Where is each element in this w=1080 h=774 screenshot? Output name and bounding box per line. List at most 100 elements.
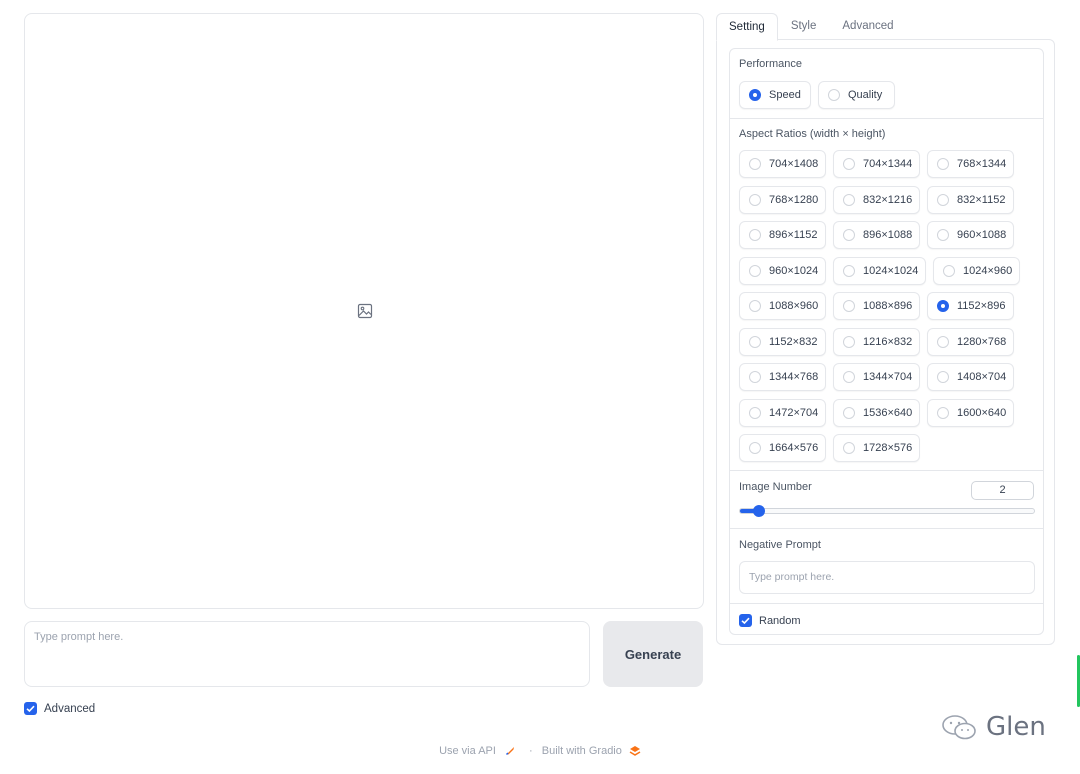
performance-option-quality[interactable]: Quality bbox=[818, 81, 895, 109]
aspect-option[interactable]: 1600×640 bbox=[927, 398, 1014, 427]
aspect-option-label: 960×1088 bbox=[957, 229, 1007, 241]
aspect-option[interactable]: 896×1152 bbox=[739, 221, 826, 249]
radio-empty-icon bbox=[937, 406, 949, 419]
settings-tabs: Setting Style Advanced Performance Speed… bbox=[716, 13, 1055, 645]
tab-style[interactable]: Style bbox=[778, 13, 830, 39]
aspect-option-label: 1216×832 bbox=[863, 335, 913, 348]
radio-empty-icon bbox=[843, 335, 855, 348]
radio-selected-icon bbox=[749, 89, 761, 101]
use-via-api-link[interactable]: Use via API bbox=[439, 745, 496, 757]
radio-empty-icon bbox=[749, 300, 761, 312]
radio-empty-icon bbox=[937, 158, 949, 170]
image-number-section: Image Number 2 bbox=[730, 470, 1043, 529]
aspect-option[interactable]: 704×1408 bbox=[739, 150, 826, 178]
radio-empty-icon bbox=[843, 371, 855, 383]
tab-panel-setting: Performance Speed Quality Aspect Ratios … bbox=[716, 39, 1055, 645]
advanced-checkbox[interactable]: Advanced bbox=[24, 702, 95, 715]
performance-option-speed[interactable]: Speed bbox=[739, 81, 811, 109]
rocket-icon bbox=[505, 747, 514, 756]
advanced-label: Advanced bbox=[44, 702, 96, 715]
aspect-option-label: 1664×576 bbox=[769, 442, 819, 454]
gradio-logo-icon bbox=[629, 746, 641, 756]
generate-button[interactable]: Generate bbox=[603, 621, 703, 687]
image-number-input[interactable]: 2 bbox=[971, 481, 1034, 500]
built-with-gradio-link[interactable]: Built with Gradio bbox=[542, 745, 622, 757]
negative-prompt-section: Negative Prompt Type prompt here. bbox=[730, 528, 1043, 604]
aspect-option-label: 1344×768 bbox=[769, 371, 819, 383]
aspect-option-label: 1088×960 bbox=[769, 300, 819, 312]
aspect-option[interactable]: 832×1152 bbox=[927, 185, 1014, 214]
radio-empty-icon bbox=[749, 158, 761, 170]
aspect-ratio-label: Aspect Ratios (width × height) bbox=[739, 128, 886, 140]
aspect-option[interactable]: 768×1344 bbox=[927, 150, 1014, 178]
aspect-option-label: 832×1152 bbox=[957, 193, 1006, 206]
radio-empty-icon bbox=[843, 229, 855, 241]
aspect-option-label: 1280×768 bbox=[957, 335, 1007, 348]
negative-prompt-placeholder: Type prompt here. bbox=[749, 571, 835, 583]
performance-section: Performance Speed Quality bbox=[730, 49, 1043, 118]
aspect-option[interactable]: 1344×704 bbox=[833, 363, 920, 391]
watermark: Glen bbox=[940, 712, 1046, 742]
aspect-option-label: 960×1024 bbox=[769, 264, 819, 277]
radio-empty-icon bbox=[937, 193, 949, 206]
aspect-option-label: 704×1408 bbox=[769, 158, 819, 170]
aspect-option[interactable]: 832×1216 bbox=[833, 185, 920, 214]
aspect-option-label: 1024×960 bbox=[963, 264, 1013, 277]
slider-thumb[interactable] bbox=[753, 505, 766, 517]
watermark-text: Glen bbox=[986, 712, 1046, 742]
checkbox-checked-icon[interactable] bbox=[739, 614, 752, 627]
prompt-input[interactable]: Type prompt here. bbox=[24, 621, 590, 687]
checkbox-checked-icon[interactable] bbox=[24, 702, 37, 715]
aspect-option[interactable]: 896×1088 bbox=[833, 221, 920, 249]
aspect-option-label: 1408×704 bbox=[957, 371, 1007, 383]
radio-empty-icon bbox=[749, 442, 761, 454]
aspect-option-label: 1536×640 bbox=[863, 406, 913, 419]
performance-option-label: Quality bbox=[848, 89, 883, 101]
aspect-option-label: 1728×576 bbox=[863, 442, 913, 454]
aspect-option[interactable]: 768×1280 bbox=[739, 185, 826, 214]
radio-empty-icon bbox=[749, 193, 761, 206]
radio-empty-icon bbox=[749, 264, 761, 277]
image-number-label: Image Number bbox=[739, 481, 812, 493]
aspect-option[interactable]: 1472×704 bbox=[739, 398, 826, 427]
aspect-option[interactable]: 704×1344 bbox=[833, 150, 920, 178]
aspect-option[interactable]: 1088×960 bbox=[739, 292, 826, 320]
radio-empty-icon bbox=[943, 264, 955, 277]
wechat-icon bbox=[942, 715, 976, 740]
footer: Use via API · Built with Gradio bbox=[0, 745, 1080, 757]
tab-advanced[interactable]: Advanced bbox=[829, 13, 906, 39]
radio-empty-icon bbox=[843, 264, 855, 277]
aspect-option[interactable]: 1408×704 bbox=[927, 363, 1014, 391]
aspect-option-label: 832×1216 bbox=[863, 193, 913, 206]
radio-empty-icon bbox=[937, 371, 949, 383]
aspect-option[interactable]: 1344×768 bbox=[739, 363, 826, 391]
negative-prompt-label: Negative Prompt bbox=[739, 539, 821, 551]
aspect-option-label: 1472×704 bbox=[769, 406, 819, 419]
aspect-option[interactable]: 1088×896 bbox=[833, 292, 920, 320]
radio-empty-icon bbox=[828, 89, 840, 101]
radio-empty-icon bbox=[749, 371, 761, 383]
tab-setting[interactable]: Setting bbox=[716, 13, 778, 41]
aspect-option[interactable]: 960×1088 bbox=[927, 221, 1014, 249]
aspect-option[interactable]: 1664×576 bbox=[739, 434, 826, 462]
image-gallery bbox=[24, 13, 704, 609]
radio-empty-icon bbox=[749, 229, 761, 241]
random-checkbox[interactable]: Random bbox=[739, 614, 801, 627]
image-number-slider[interactable] bbox=[739, 505, 1035, 517]
aspect-option[interactable]: 1024×1024 bbox=[833, 256, 926, 285]
aspect-option[interactable]: 1024×960 bbox=[933, 256, 1020, 285]
radio-empty-icon bbox=[937, 335, 949, 348]
aspect-option-label: 704×1344 bbox=[863, 158, 913, 170]
aspect-option[interactable]: 960×1024 bbox=[739, 256, 826, 285]
aspect-option-label: 1600×640 bbox=[957, 406, 1007, 419]
aspect-option[interactable]: 1536×640 bbox=[833, 398, 920, 427]
aspect-option[interactable]: 1216×832 bbox=[833, 327, 920, 356]
aspect-option[interactable]: 1152×896 bbox=[927, 292, 1014, 320]
negative-prompt-input[interactable]: Type prompt here. bbox=[739, 561, 1035, 594]
radio-empty-icon bbox=[749, 406, 761, 419]
aspect-option[interactable]: 1728×576 bbox=[833, 434, 920, 462]
aspect-option[interactable]: 1152×832 bbox=[739, 327, 826, 356]
random-label: Random bbox=[759, 614, 801, 627]
aspect-option[interactable]: 1280×768 bbox=[927, 327, 1014, 356]
aspect-option-label: 768×1344 bbox=[957, 158, 1007, 170]
